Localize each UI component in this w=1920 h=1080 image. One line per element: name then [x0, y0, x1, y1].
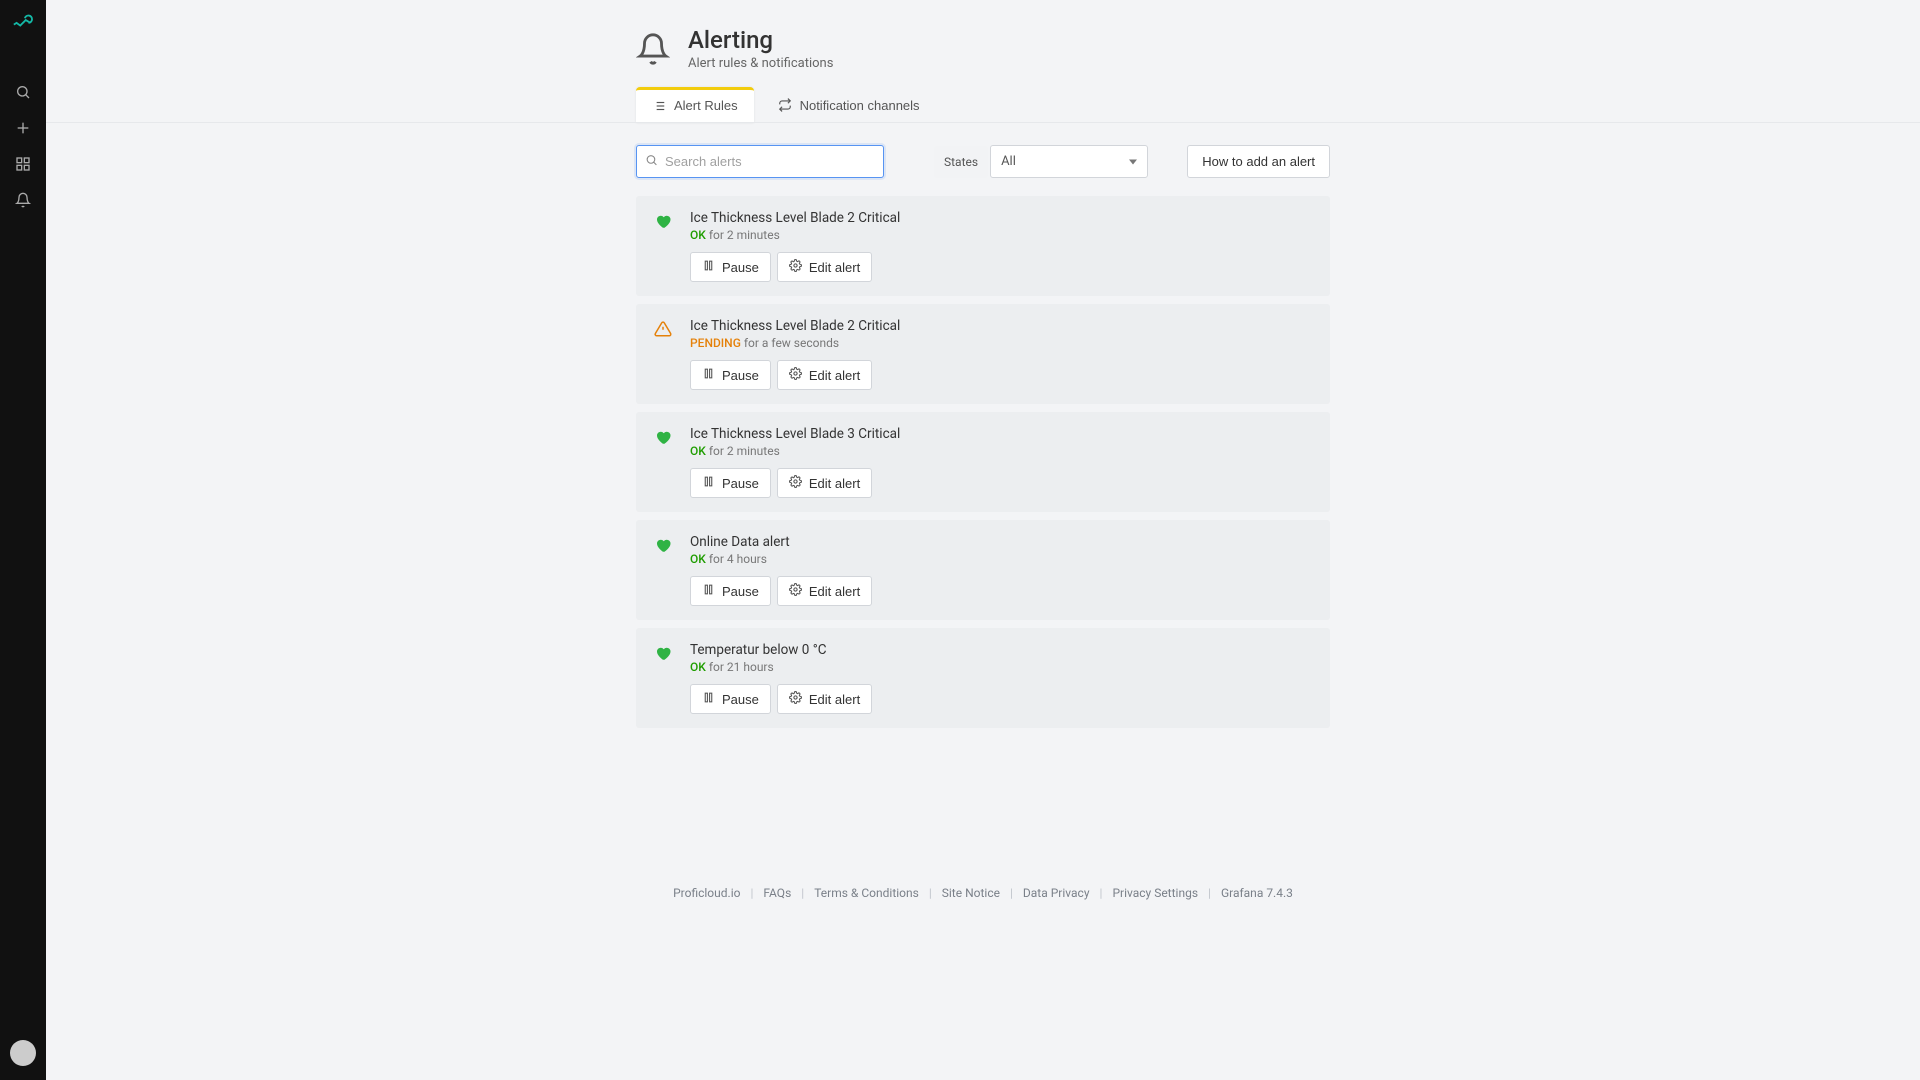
edit-alert-button[interactable]: Edit alert	[777, 684, 872, 714]
pause-button[interactable]: Pause	[690, 468, 771, 498]
nav-alerting-icon[interactable]	[0, 182, 46, 218]
alert-title[interactable]: Online Data alert	[690, 534, 1314, 550]
alert-card: Ice Thickness Level Blade 3 Critical OK f…	[636, 412, 1330, 512]
footer: Proficloud.io|FAQs|Terms & Conditions|Si…	[636, 736, 1330, 918]
gear-icon	[789, 259, 802, 275]
alert-title[interactable]: Ice Thickness Level Blade 2 Critical	[690, 318, 1314, 334]
alert-title[interactable]: Temperatur below 0 °C	[690, 642, 1314, 658]
pause-icon	[702, 475, 715, 491]
channels-icon	[778, 98, 792, 112]
left-sidebar	[0, 0, 46, 1080]
gear-icon	[789, 367, 802, 383]
footer-link[interactable]: Terms & Conditions	[814, 886, 919, 900]
logo-icon[interactable]	[12, 12, 34, 34]
heart-icon	[654, 536, 672, 606]
states-select-value: All	[1001, 154, 1016, 169]
search-input[interactable]	[636, 145, 884, 178]
gear-icon	[789, 583, 802, 599]
bell-icon	[636, 32, 670, 66]
tab-alert-rules[interactable]: Alert Rules	[636, 87, 754, 123]
heart-icon	[654, 212, 672, 282]
warning-icon	[654, 320, 672, 390]
pause-icon	[702, 259, 715, 275]
tabs: Alert Rules Notification channels	[636, 87, 1330, 123]
page-header: Alerting Alert rules & notifications	[636, 26, 1330, 87]
pause-button[interactable]: Pause	[690, 252, 771, 282]
search-icon	[645, 153, 658, 170]
page-subtitle: Alert rules & notifications	[688, 56, 833, 71]
alert-status: PENDING for a few seconds	[690, 336, 1314, 350]
filter-row: States All How to add an alert	[636, 145, 1330, 178]
pause-button[interactable]: Pause	[690, 360, 771, 390]
footer-link[interactable]: Privacy Settings	[1112, 886, 1198, 900]
states-select[interactable]: All	[990, 145, 1148, 178]
gear-icon	[789, 691, 802, 707]
how-to-add-button[interactable]: How to add an alert	[1187, 145, 1330, 178]
alert-status: OK for 2 minutes	[690, 444, 1314, 458]
pause-icon	[702, 367, 715, 383]
edit-alert-button[interactable]: Edit alert	[777, 252, 872, 282]
nav-plus-icon[interactable]	[0, 110, 46, 146]
main-content: Alerting Alert rules & notifications Ale…	[46, 0, 1920, 1080]
user-avatar[interactable]	[10, 1040, 36, 1066]
footer-version[interactable]: Grafana 7.4.3	[1221, 886, 1293, 900]
alert-card: Temperatur below 0 °C OK for 21 hours Paus…	[636, 628, 1330, 728]
edit-alert-button[interactable]: Edit alert	[777, 576, 872, 606]
tab-notification-channels[interactable]: Notification channels	[762, 87, 936, 123]
footer-link[interactable]: Data Privacy	[1023, 886, 1090, 900]
footer-link[interactable]: FAQs	[763, 886, 791, 900]
footer-link[interactable]: Site Notice	[942, 886, 1000, 900]
nav-dashboards-icon[interactable]	[0, 146, 46, 182]
tab-label: Alert Rules	[674, 98, 738, 113]
gear-icon	[789, 475, 802, 491]
list-icon	[652, 99, 666, 113]
page-title: Alerting	[688, 26, 833, 54]
alert-card: Ice Thickness Level Blade 2 Critical OK f…	[636, 196, 1330, 296]
alert-status: OK for 21 hours	[690, 660, 1314, 674]
edit-alert-button[interactable]: Edit alert	[777, 360, 872, 390]
tab-label: Notification channels	[800, 98, 920, 113]
heart-icon	[654, 644, 672, 714]
pause-icon	[702, 691, 715, 707]
alert-title[interactable]: Ice Thickness Level Blade 3 Critical	[690, 426, 1314, 442]
pause-button[interactable]: Pause	[690, 576, 771, 606]
nav-search-icon[interactable]	[0, 74, 46, 110]
alert-status: OK for 2 minutes	[690, 228, 1314, 242]
alert-card: Online Data alert OK for 4 hours PauseEdit…	[636, 520, 1330, 620]
pause-button[interactable]: Pause	[690, 684, 771, 714]
states-label: States	[934, 146, 988, 178]
alert-title[interactable]: Ice Thickness Level Blade 2 Critical	[690, 210, 1314, 226]
pause-icon	[702, 583, 715, 599]
footer-link[interactable]: Proficloud.io	[673, 886, 740, 900]
alert-card: Ice Thickness Level Blade 2 Critical PEND…	[636, 304, 1330, 404]
alert-status: OK for 4 hours	[690, 552, 1314, 566]
alert-list: Ice Thickness Level Blade 2 Critical OK f…	[636, 196, 1330, 728]
edit-alert-button[interactable]: Edit alert	[777, 468, 872, 498]
heart-icon	[654, 428, 672, 498]
